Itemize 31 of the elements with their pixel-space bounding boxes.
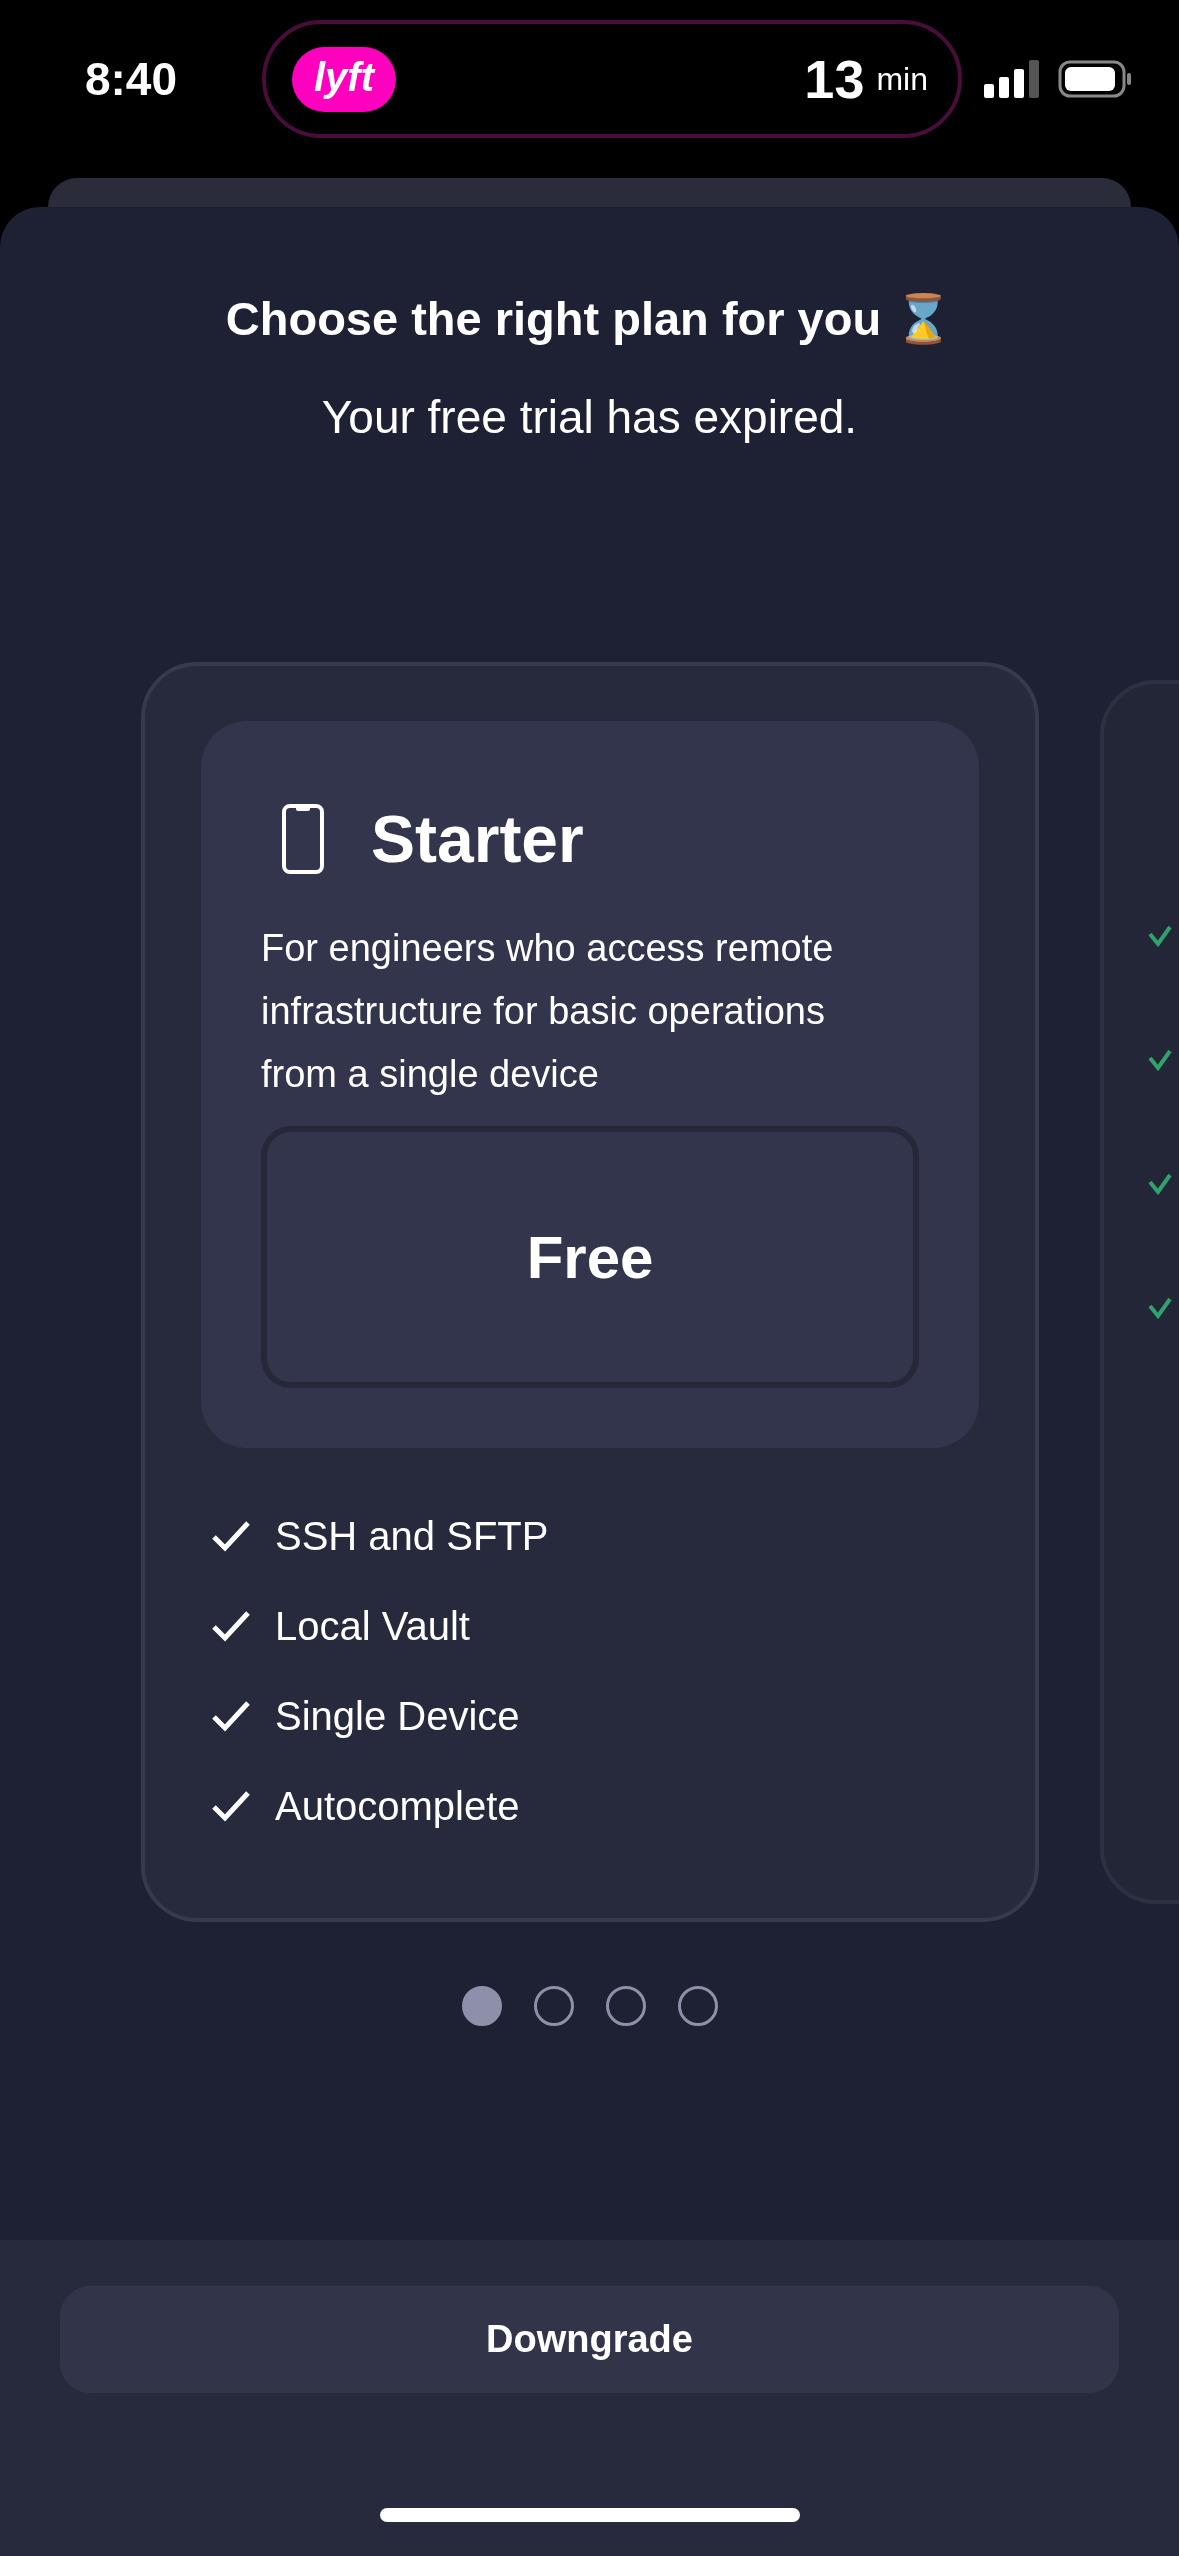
live-activity-pill[interactable]: lyft 13 min — [262, 20, 962, 138]
plan-name: Starter — [371, 801, 584, 877]
checkmark-icon — [1148, 924, 1172, 948]
signal-icon — [984, 60, 1040, 98]
checkmark-icon — [1148, 1296, 1172, 1320]
feature-label: SSH and SFTP — [275, 1516, 549, 1556]
page-dot[interactable] — [605, 1986, 646, 2026]
status-time: 8:40 — [83, 52, 179, 106]
feature-label: Autocomplete — [275, 1786, 520, 1826]
feature-label: Local Vault — [275, 1606, 470, 1646]
battery-icon — [1058, 60, 1132, 98]
plan-price: Free — [261, 1126, 919, 1388]
sheet-title: Choose the right plan for you ⌛ — [224, 291, 955, 347]
checkmark-icon — [211, 1609, 251, 1643]
plan-card[interactable]: Starter For engineers who access remote infrastructure for basic operations from a single device Free SSH and SFTP Local Vault Single Device Autocomplete — [141, 662, 1039, 1922]
sheet-subtitle: Your free trial has expired. — [320, 390, 859, 445]
checkmark-icon — [1148, 1172, 1172, 1196]
page-dot[interactable] — [677, 1986, 718, 2026]
feature-label: Single Device — [275, 1696, 520, 1736]
downgrade-button[interactable]: Downgrade — [60, 2286, 1119, 2393]
app-badge: lyft — [292, 46, 396, 112]
phone-icon — [281, 803, 325, 875]
page-dot[interactable] — [533, 1986, 574, 2026]
eta-unit: min — [876, 60, 928, 98]
page-dot[interactable] — [461, 1986, 502, 2026]
checkmark-icon — [211, 1699, 251, 1733]
checkmark-icon — [211, 1789, 251, 1823]
checkmark-icon — [211, 1519, 251, 1553]
eta-value: 13 — [804, 48, 865, 110]
checkmark-icon — [1148, 1048, 1172, 1072]
plan-description: For engineers who access remote infrastructure for basic operations from a single device — [261, 926, 835, 1097]
